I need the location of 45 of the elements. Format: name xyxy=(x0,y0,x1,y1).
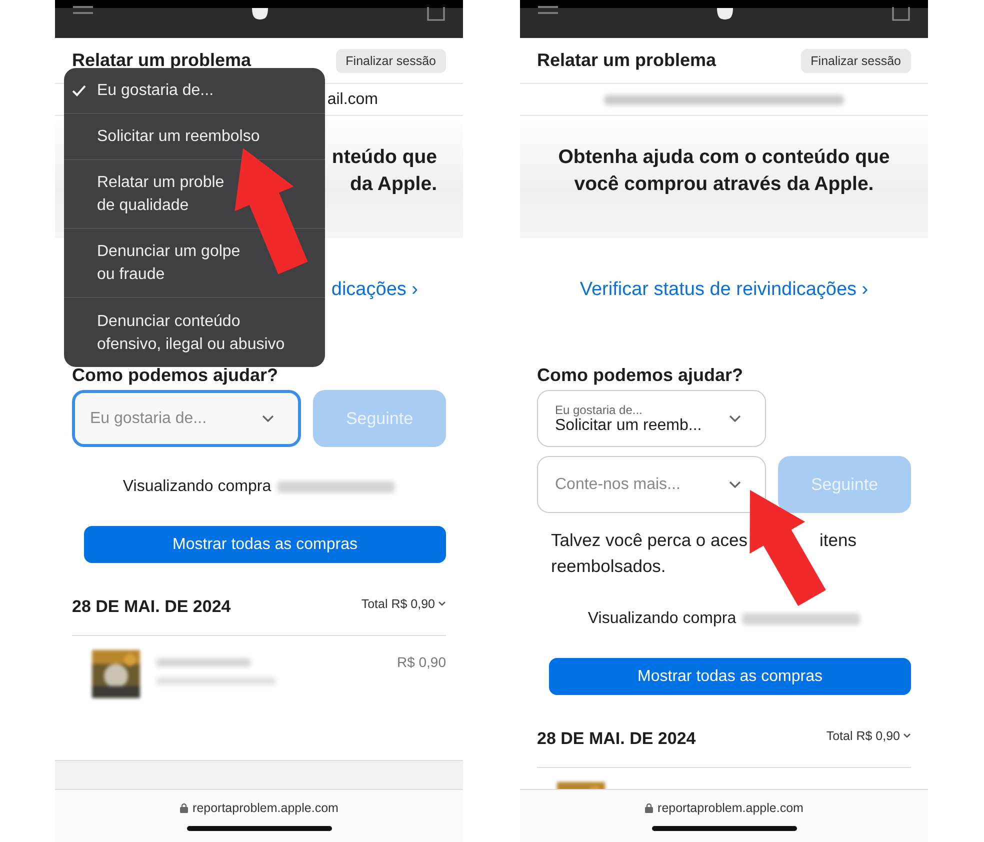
show-all-purchases-button[interactable]: Mostrar todas as compras xyxy=(549,658,911,695)
bag-icon[interactable] xyxy=(427,7,445,21)
purchase-date: 28 DE MAI. DE 2024 xyxy=(537,729,696,749)
show-all-purchases-button[interactable]: Mostrar todas as compras xyxy=(84,526,446,563)
page-title: Relatar um problema xyxy=(537,50,716,71)
dropdown-field[interactable]: Conte-nos mais... xyxy=(537,456,766,513)
sign-out-button[interactable]: Finalizar sessão xyxy=(800,48,911,72)
apple-icon[interactable] xyxy=(716,8,734,20)
check-icon xyxy=(72,84,86,96)
purchase-date: 28 DE MAI. DE 2024 xyxy=(72,597,231,617)
viewing-purchase-text: Visualizando compra xyxy=(122,478,272,496)
menu-icon[interactable] xyxy=(73,6,93,16)
menu-item[interactable]: Eu gostaria de... xyxy=(64,68,325,114)
notice-text: itens xyxy=(820,529,856,552)
notice-text: reembolsados. xyxy=(551,555,666,578)
help-heading: Como podemos ajudar? xyxy=(536,364,744,387)
sign-out-button[interactable]: Finalizar sessão xyxy=(336,48,446,72)
address-bar[interactable]: reportaproblem.apple.com xyxy=(520,789,928,842)
chevron-down-icon xyxy=(262,414,274,422)
lock-icon xyxy=(180,803,188,813)
notice-text: Talvez você perca o aces xyxy=(551,529,748,552)
help-heading: Como podemos ajudar? xyxy=(71,364,280,387)
lock-icon xyxy=(644,803,653,813)
menu-icon[interactable] xyxy=(538,6,558,16)
item-price: R$ 0,90 xyxy=(396,653,446,670)
url-text: reportaproblem.apple.com xyxy=(192,801,338,815)
chevron-down-icon xyxy=(729,414,741,422)
dropdown-field[interactable]: Eu gostaria de... Solicitar um reemb... xyxy=(537,390,766,447)
hero-heading: Obtenha ajuda com o conteúdo que você comprou através da Apple. xyxy=(557,145,891,197)
total-toggle[interactable]: Total R$ 0,90 xyxy=(826,729,911,743)
bag-icon[interactable] xyxy=(892,7,910,21)
chevron-down-icon xyxy=(903,733,911,739)
total-toggle[interactable]: Total R$ 0,90 xyxy=(361,597,446,611)
address-bar[interactable]: reportaproblem.apple.com xyxy=(55,789,463,842)
hero-heading: nteúdo que da Apple. xyxy=(332,145,437,197)
chevron-down-icon xyxy=(438,601,446,607)
claims-status-link[interactable]: Verificar status de reivindicações › xyxy=(580,279,868,300)
email-text: ail.com xyxy=(327,90,378,108)
apple-icon[interactable] xyxy=(251,8,269,20)
url-text: reportaproblem.apple.com xyxy=(658,801,804,815)
page-title: Relatar um problema xyxy=(72,50,252,71)
claims-status-link[interactable]: dicações › xyxy=(331,279,418,300)
menu-item[interactable]: Denunciar conteúdo ofensivo, ilegal ou abusivo xyxy=(64,298,325,367)
chevron-down-icon xyxy=(729,480,741,488)
viewing-purchase-text: Visualizando compra xyxy=(588,610,736,628)
